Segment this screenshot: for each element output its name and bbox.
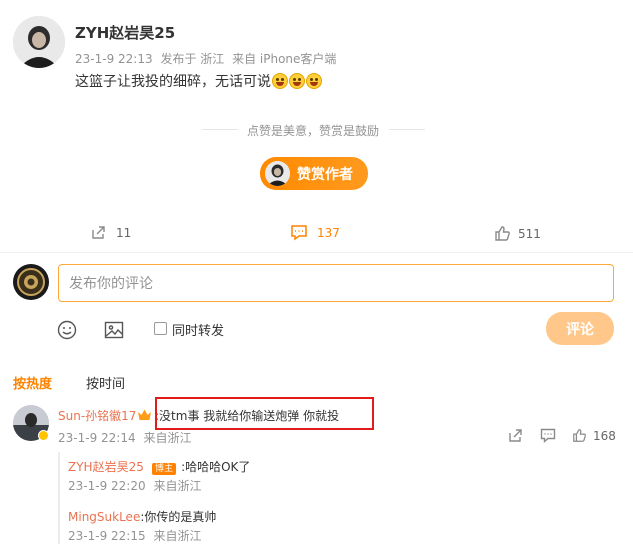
comment-like-action[interactable]: 168 [572, 428, 616, 443]
current-user-avatar[interactable] [13, 264, 49, 300]
laugh-cry-emoji-icon [289, 73, 305, 89]
verified-badge-icon [38, 430, 49, 441]
reply-author-name[interactable]: ZYH赵岩昊25 [68, 460, 144, 474]
comment-source: 来自浙江 [143, 431, 192, 445]
section-divider [0, 252, 633, 253]
comment-input-placeholder: 发布你的评论 [69, 276, 153, 292]
repost-icon [92, 226, 105, 239]
thumbs-up-icon [495, 226, 510, 241]
repost-action[interactable]: 11 [90, 224, 131, 241]
reply-time: 23-1-9 22:20 [68, 479, 146, 493]
reward-divider-right [389, 129, 425, 130]
submit-comment-button[interactable]: 评论 [546, 312, 614, 345]
post-text-row: 这篮子让我投的细碎，无话可说 [75, 71, 322, 91]
comment-action[interactable]: 137 [290, 224, 340, 241]
post-location: 发布于 浙江 [160, 52, 225, 66]
reply-text: :哈哈哈OK了 [181, 460, 251, 474]
smiley-icon [57, 320, 77, 340]
reward-divider-left [202, 129, 238, 130]
author-avatar[interactable] [13, 16, 65, 68]
author-badge: 博主 [151, 463, 176, 475]
comment-reply-button[interactable] [540, 428, 556, 447]
reply-text: :你传的是真帅 [140, 510, 217, 524]
repost-checkbox[interactable] [154, 322, 167, 335]
comment-count: 137 [317, 225, 340, 240]
like-count: 511 [518, 226, 541, 241]
comment-meta: 23-1-9 22:14 来自浙江 [58, 429, 191, 446]
reply-meta: 23-1-9 22:15 来自浙江 [68, 527, 201, 544]
sort-by-time-tab[interactable]: 按时间 [86, 373, 125, 392]
reply-source: 来自浙江 [153, 479, 202, 493]
post-time[interactable]: 23-1-9 22:13 [75, 52, 153, 66]
comment-icon [291, 225, 307, 241]
comment-like-count: 168 [593, 428, 616, 443]
comment-share-button[interactable] [508, 428, 523, 447]
comment-time: 23-1-9 22:14 [58, 431, 136, 445]
image-icon [104, 321, 124, 339]
image-upload-button[interactable] [104, 320, 124, 340]
post-text: 这篮子让我投的细碎，无话可说 [75, 74, 271, 90]
reply-row: MingSukLee:你传的是真帅 [68, 506, 216, 525]
author-name[interactable]: ZYH赵岩昊25 [75, 22, 175, 43]
repost-count: 11 [116, 225, 132, 240]
thumbs-up-icon [573, 429, 586, 442]
comment-input[interactable]: 发布你的评论 [58, 264, 614, 302]
commenter-name[interactable]: Sun-孙铭徽17 [58, 407, 136, 424]
author-avatar-small [265, 161, 290, 186]
share-icon [509, 429, 522, 442]
highlight-box [155, 397, 374, 430]
reward-author-button[interactable]: 赞赏作者 [260, 157, 368, 190]
reply-time: 23-1-9 22:15 [68, 529, 146, 543]
post-meta: 23-1-9 22:13 发布于 浙江 来自 iPhone客户端 [75, 50, 336, 67]
reward-slogan: 点赞是美意，赞赏是鼓励 [247, 124, 380, 138]
reward-button-label: 赞赏作者 [297, 166, 353, 183]
reply-meta: 23-1-9 22:20 来自浙江 [68, 477, 201, 494]
comment-icon [540, 428, 556, 444]
laugh-cry-emoji-icon [306, 73, 322, 89]
sort-by-hot-tab[interactable]: 按热度 [13, 373, 52, 392]
emoji-picker-button[interactable] [57, 320, 77, 340]
post-source: 来自 iPhone客户端 [232, 52, 337, 66]
laugh-cry-emoji-icon [272, 73, 288, 89]
reply-row: ZYH赵岩昊25 博主 :哈哈哈OK了 [68, 456, 250, 475]
repost-checkbox-label[interactable]: 同时转发 [172, 320, 224, 339]
crown-badge-icon [137, 407, 152, 421]
reply-source: 来自浙江 [153, 529, 202, 543]
like-action[interactable]: 511 [494, 225, 541, 242]
reply-author-name[interactable]: MingSukLee [68, 510, 140, 524]
